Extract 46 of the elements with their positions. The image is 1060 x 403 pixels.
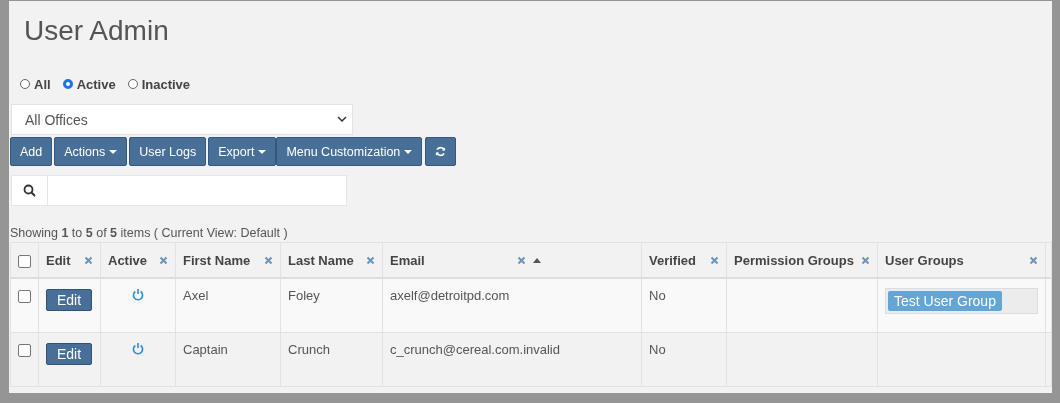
table-cell: axelf@detroitpd.com <box>390 288 510 303</box>
page-title: User Admin <box>23 14 170 48</box>
status-radio[interactable]: Inactive <box>127 77 191 91</box>
remove-column-icon[interactable] <box>1029 255 1038 265</box>
group-tag: Test User Group <box>888 291 1002 311</box>
refresh-icon <box>435 146 447 157</box>
status-radio[interactable]: Active <box>62 77 116 91</box>
table-cell: No <box>649 341 666 357</box>
remove-column-icon[interactable] <box>159 255 168 265</box>
remove-column-icon[interactable] <box>366 255 375 265</box>
select-all-checkbox[interactable] <box>18 254 31 268</box>
table-cell: c_crunch@cereal.com.invalid <box>390 341 560 357</box>
remove-column-icon[interactable] <box>710 255 719 265</box>
toolbar-button[interactable]: Add <box>10 137 53 166</box>
caret-icon <box>109 149 118 154</box>
chevron-down-icon <box>337 116 347 123</box>
summary-text: Showing 1 to 5 of 5 items ( Current View: Default ) <box>10 225 289 242</box>
remove-column-icon[interactable] <box>84 255 93 265</box>
remove-column-icon[interactable] <box>264 255 273 265</box>
search-icon <box>23 184 36 197</box>
toolbar-button[interactable]: User Logs <box>129 137 207 166</box>
power-icon[interactable] <box>132 288 144 301</box>
toolbar-button[interactable]: Export <box>208 137 277 166</box>
table-cell: No <box>649 288 666 303</box>
office-select[interactable]: All Offices <box>11 104 353 135</box>
table-cell: Captain <box>183 341 228 357</box>
toolbar-button[interactable]: Menu Customization <box>276 137 423 166</box>
column-header[interactable]: Email <box>390 252 425 268</box>
toolbar-button[interactable]: Actions <box>54 137 128 166</box>
row-checkbox[interactable] <box>18 290 31 304</box>
remove-column-icon[interactable] <box>517 255 527 265</box>
edit-button[interactable]: Edit <box>46 342 93 365</box>
remove-column-icon[interactable] <box>861 255 870 265</box>
status-radio[interactable]: All <box>20 77 51 91</box>
caret-icon <box>404 149 413 154</box>
edit-button[interactable]: Edit <box>46 289 93 311</box>
search-field[interactable] <box>11 175 347 206</box>
table-cell: Crunch <box>288 341 330 357</box>
refresh-button[interactable] <box>425 137 457 166</box>
table-cell: Axel <box>183 288 209 303</box>
row-checkbox[interactable] <box>18 343 31 357</box>
column-header[interactable]: Edit <box>46 252 71 268</box>
table-cell: Foley <box>288 288 320 303</box>
power-icon[interactable] <box>132 341 144 355</box>
caret-icon <box>258 149 267 154</box>
sort-ascending-icon[interactable] <box>533 257 542 263</box>
